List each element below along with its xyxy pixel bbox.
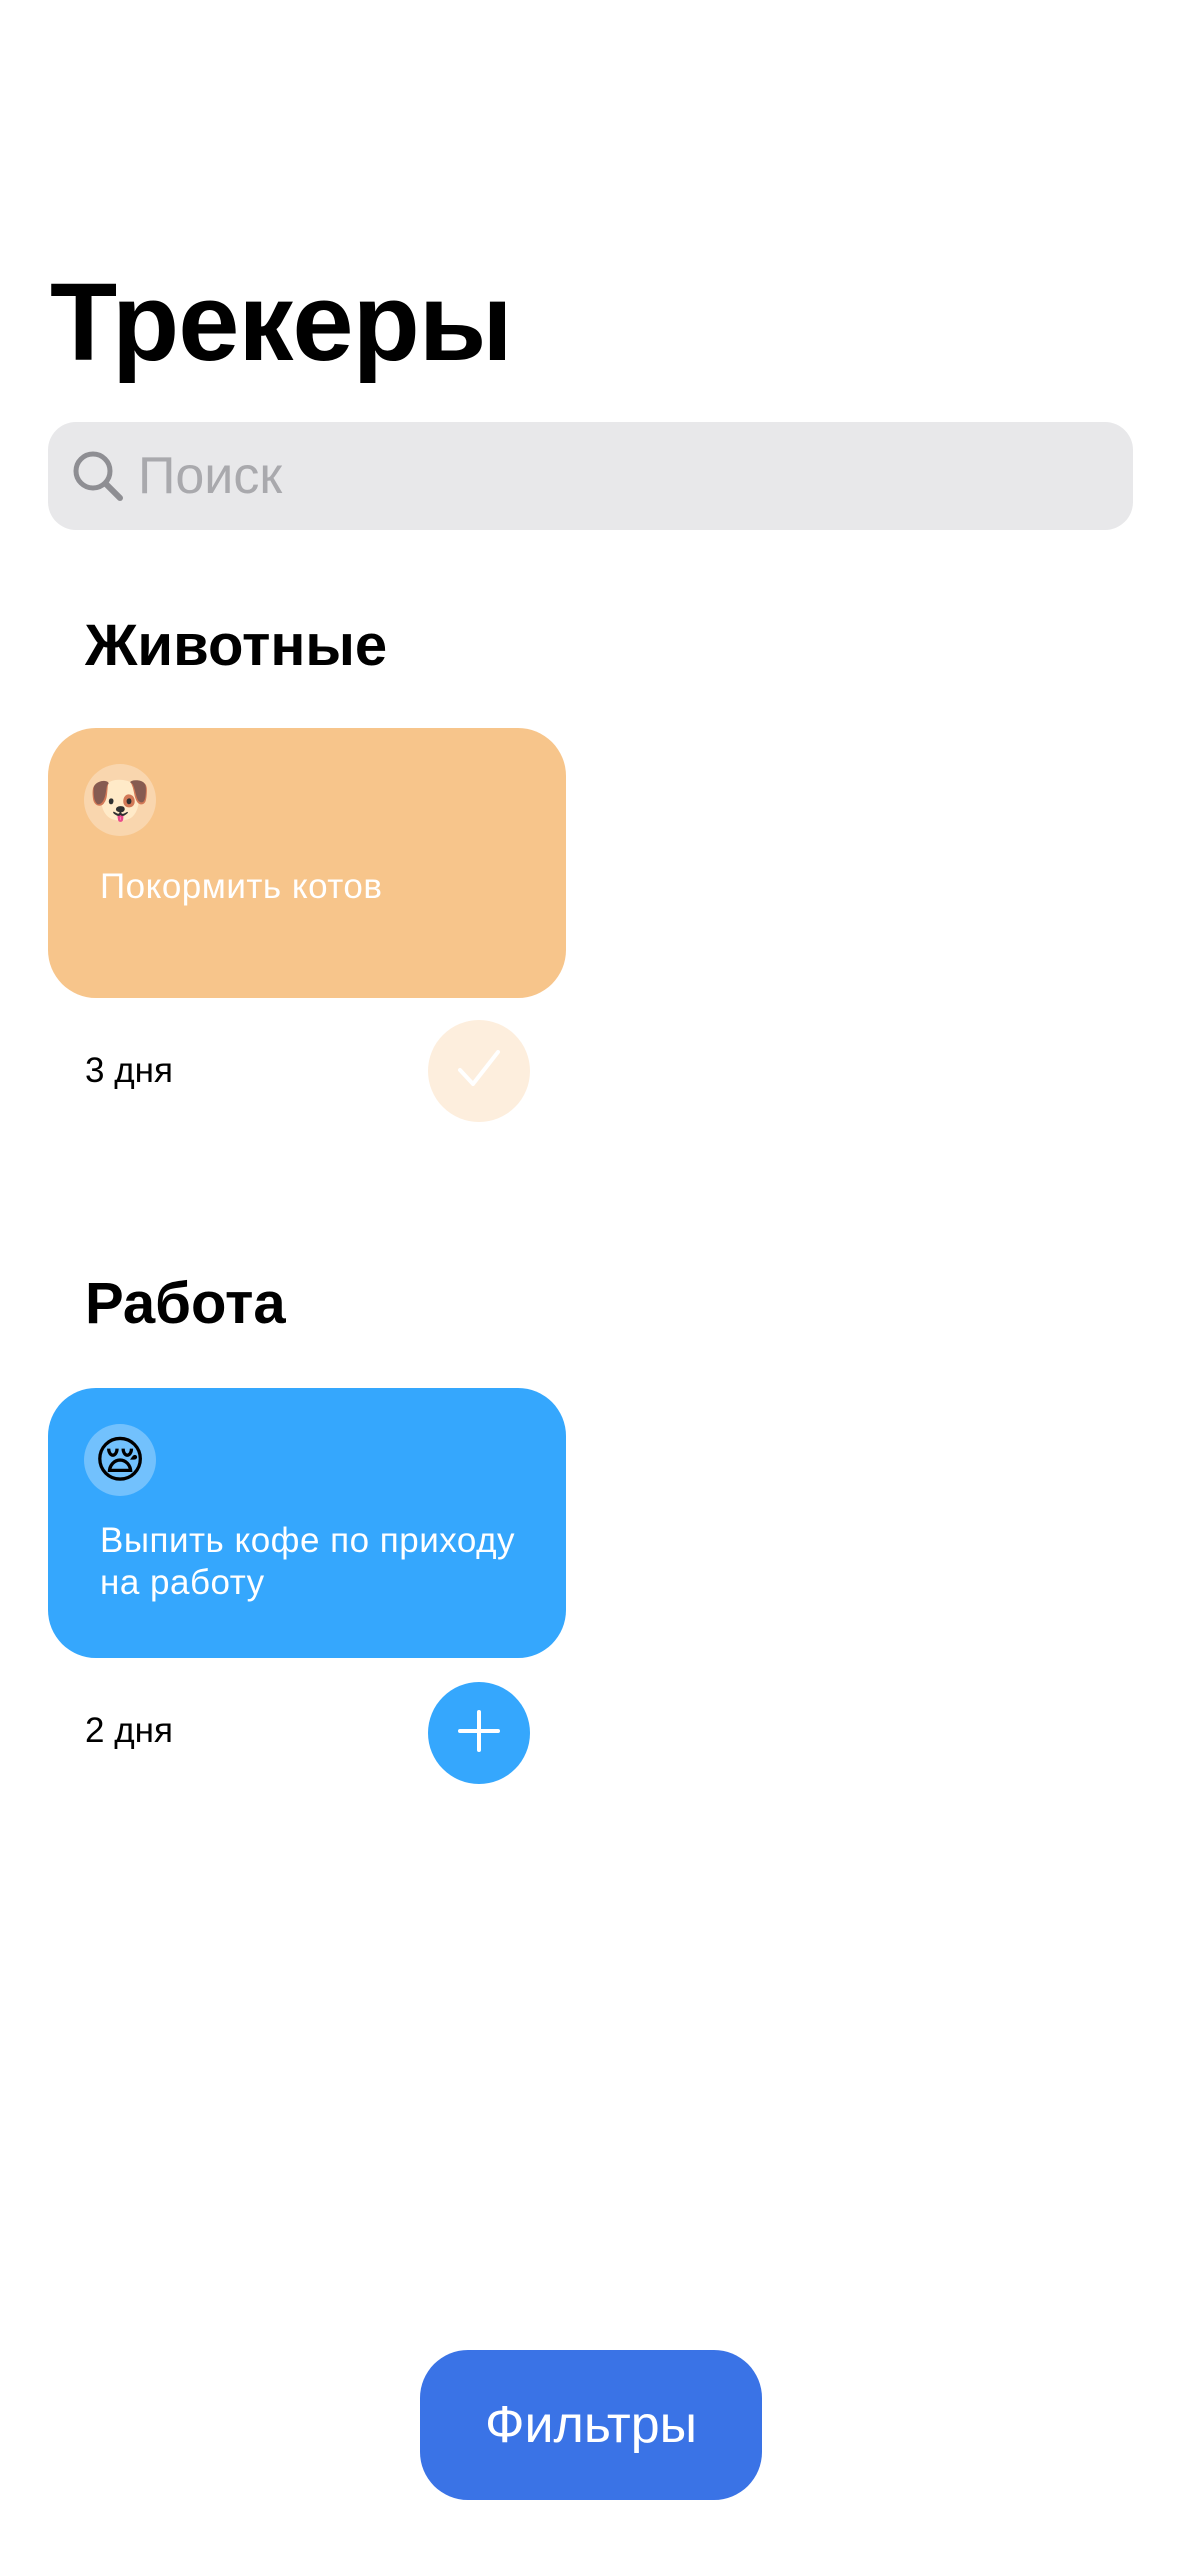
section-title-work: Работа [85,1271,286,1336]
checkmark-icon [456,1046,502,1097]
tracker-card-feed-cats[interactable]: 🐶 Покормить котов [48,728,566,998]
tracker-add-button[interactable] [428,1682,530,1784]
tracker-complete-button[interactable] [428,1020,530,1122]
section-title-animals: Животные [85,613,388,678]
page-title: Трекеры [50,261,513,384]
tracker-days-count: 3 дня [85,1051,173,1090]
magnifying-glass-icon [70,448,126,504]
search-bar[interactable] [48,422,1133,530]
tracker-days-count: 2 дня [85,1711,173,1750]
tracker-emoji: 😪 [84,1424,156,1496]
tracker-card-coffee[interactable]: 😪 Выпить кофе по приходу на работу [48,1388,566,1658]
plus-icon [457,1709,501,1758]
tracker-title: Выпить кофе по приходу на работу [100,1521,515,1602]
filters-button[interactable]: Фильтры [420,2350,762,2500]
tracker-emoji: 🐶 [84,764,156,836]
tracker-title: Покормить котов [100,867,383,906]
search-input[interactable] [138,446,1038,506]
